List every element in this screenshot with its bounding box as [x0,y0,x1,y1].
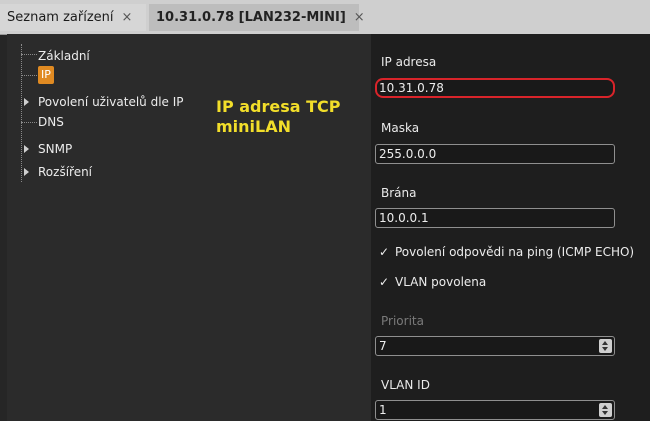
stepper-icon[interactable] [599,403,612,417]
tree-item-ip[interactable]: IP [38,66,54,84]
ip-settings-form: IP adresa 10.31.0.78 Maska 255.0.0.0 Brá… [371,34,650,421]
tree-item-label: Povolení uživatelů dle IP [38,95,184,109]
tab-device-list-label: Seznam zařízení [7,10,114,25]
vlan-id-stepper[interactable]: 1 [375,400,615,420]
annotation-text: IP adresa TCP miniLAN [216,97,366,137]
tree-item-snmp[interactable]: SNMP [38,140,72,158]
priority-value: 7 [379,339,387,353]
expand-arrow-icon[interactable] [24,98,29,106]
annotation-line: miniLAN [216,117,291,136]
tree-item-dns[interactable]: DNS [38,113,64,131]
annotation-line: IP adresa TCP [216,97,341,116]
priority-label: Priorita [381,314,424,328]
vlan-id-label: VLAN ID [381,378,430,392]
vlan-id-value: 1 [379,403,387,417]
expand-arrow-icon[interactable] [24,145,29,153]
tree-connector [21,75,37,76]
expand-arrow-icon[interactable] [24,168,29,176]
stepper-icon[interactable] [599,339,612,353]
tab-bar: Seznam zařízení × 10.31.0.78 [LAN232-MIN… [0,0,650,35]
tree-item-povoleni-uzivatelu[interactable]: Povolení uživatelů dle IP [38,93,184,111]
checkmark-icon: ✓ [379,245,390,259]
checkmark-icon: ✓ [379,275,390,289]
mask-label: Maska [381,121,420,135]
tree-item-label: SNMP [38,142,73,156]
tree-item-label: Základní [38,49,90,63]
settings-tree-panel: Základní IP Povolení uživatelů dle IP DN… [7,34,371,421]
tree-connector [21,54,37,55]
close-icon[interactable]: × [122,5,133,30]
gateway-label: Brána [381,186,417,200]
ip-address-field[interactable]: 10.31.0.78 [375,78,615,98]
tab-device-detail-label: 10.31.0.78 [LAN232-MINI] [156,10,346,25]
tree-item-rozsireni[interactable]: Rozšíření [38,163,92,181]
tree-item-label: Rozšíření [38,165,93,179]
ip-icon: IP [41,68,51,81]
vlan-enabled-label: VLAN povolena [395,275,487,289]
ping-checkbox[interactable]: ✓ Povolení odpovědi na ping (ICMP ECHO) [379,245,634,259]
tab-device-detail[interactable]: 10.31.0.78 [LAN232-MINI] × [149,4,365,31]
ping-checkbox-label: Povolení odpovědi na ping (ICMP ECHO) [395,245,635,259]
ip-address-label: IP adresa [381,55,437,69]
gateway-field[interactable]: 10.0.0.1 [375,208,615,228]
tree-connector [21,122,37,123]
close-icon[interactable]: × [354,5,365,30]
tab-device-list[interactable]: Seznam zařízení × [0,4,146,31]
tree-item-zakladni[interactable]: Základní [38,47,90,65]
tree-item-label: DNS [38,115,64,129]
vlan-enabled-checkbox[interactable]: ✓ VLAN povolena [379,275,486,289]
mask-field[interactable]: 255.0.0.0 [375,144,615,164]
tree-connector [21,44,22,182]
priority-stepper[interactable]: 7 [375,336,615,356]
